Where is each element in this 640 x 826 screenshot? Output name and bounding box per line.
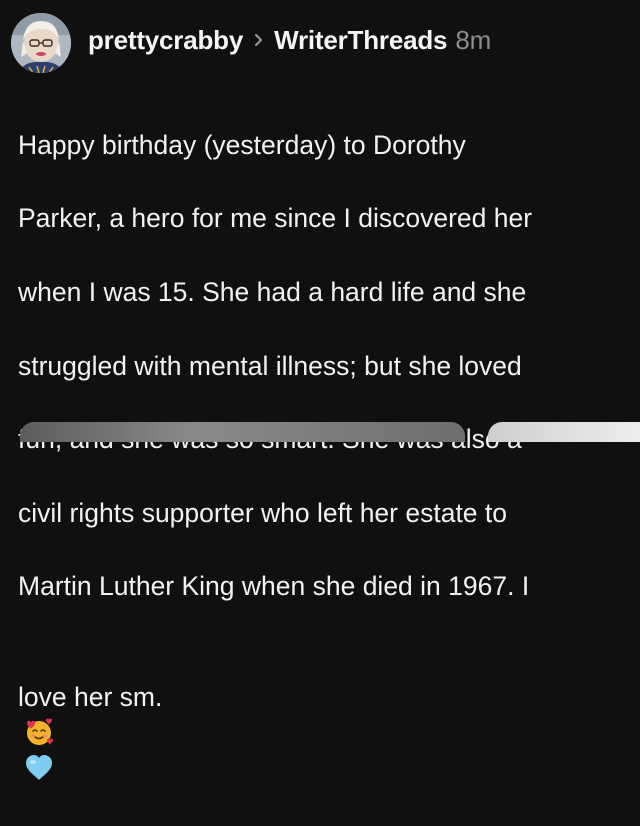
post-body-last-line: love her sm.: [18, 642, 628, 789]
smiling-face-with-hearts-icon: [27, 718, 53, 745]
chevron-right-icon: [255, 34, 263, 46]
post-header: prettycrabby WriterThreads 8m: [88, 20, 491, 60]
avatar-image: [11, 13, 71, 73]
post-body-line: Happy birthday (yesterday) to Dorothy: [18, 129, 466, 160]
post-timestamp: 8m: [455, 24, 492, 55]
post-body-line: when I was 15. She had a hard life and s…: [18, 276, 527, 307]
community-name[interactable]: WriterThreads: [274, 25, 447, 56]
post-body-line: love her sm.: [18, 681, 163, 712]
post-body-line: Martin Luther King when she died in 1967…: [18, 571, 530, 602]
media-preview-image[interactable]: [488, 422, 640, 442]
media-preview-image[interactable]: [20, 422, 465, 442]
media-preview-strip: [0, 418, 640, 442]
light-blue-heart-icon: [26, 755, 52, 781]
author-username[interactable]: prettycrabby: [88, 25, 243, 56]
post-body-line: Parker, a hero for me since I discovered…: [18, 203, 533, 234]
post-card: prettycrabby WriterThreads 8m Happy birt…: [0, 0, 640, 781]
post-body-line: struggled with mental illness; but she l…: [18, 350, 522, 381]
post-body: Happy birthday (yesterday) to Dorothy Pa…: [18, 90, 628, 826]
post-body-line: civil rights supporter who left her esta…: [18, 497, 508, 528]
avatar[interactable]: [11, 13, 71, 73]
